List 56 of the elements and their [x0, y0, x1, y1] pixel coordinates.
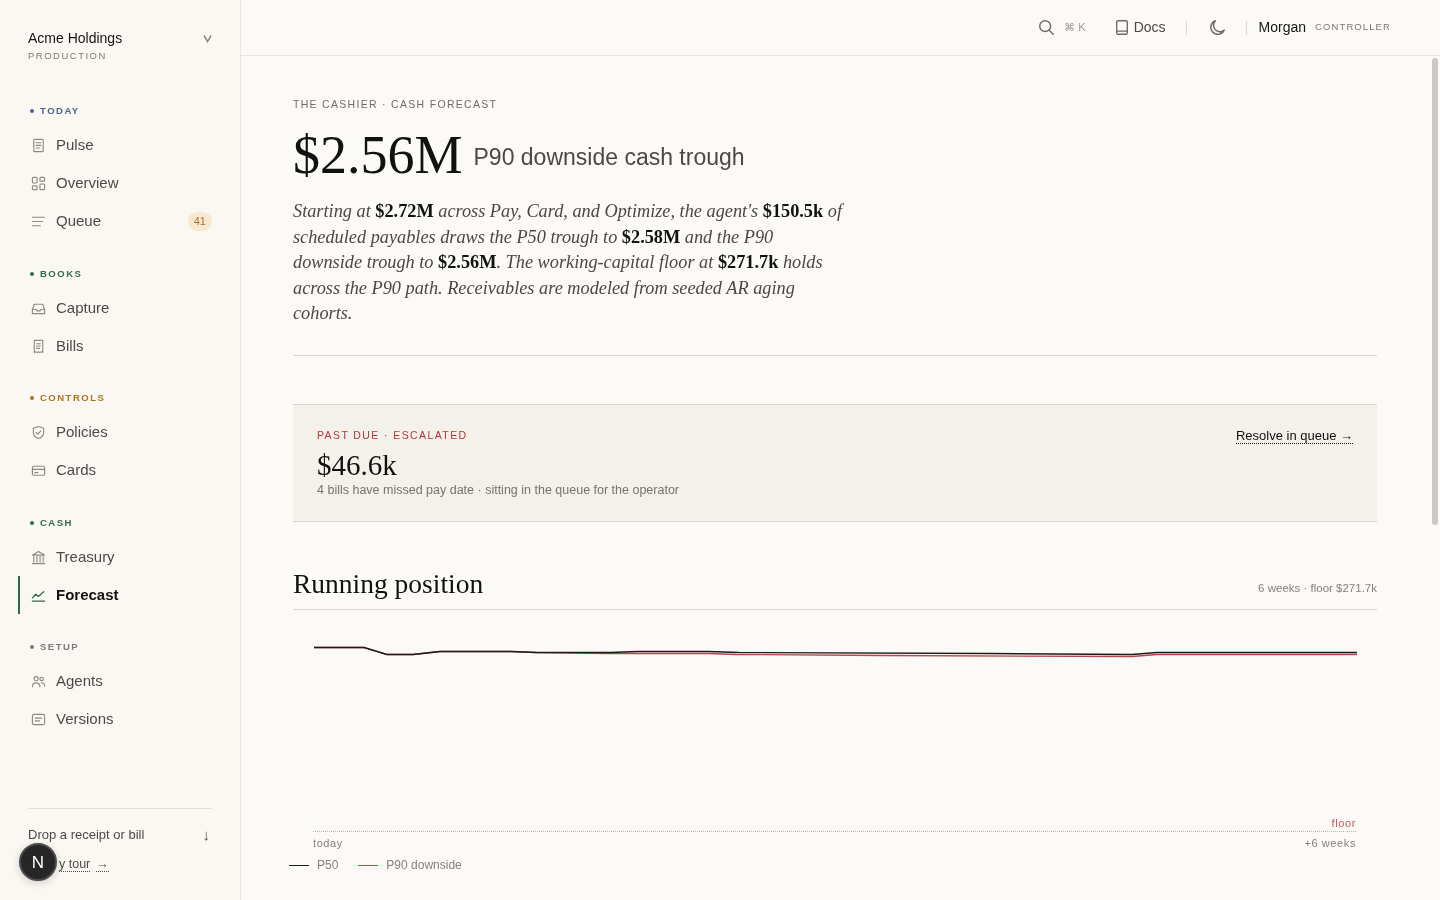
sidebar-item[interactable]: Agents [18, 662, 212, 701]
sidebar-item[interactable]: Cards [18, 451, 212, 490]
summary-paragraph: Starting at $2.72M across Pay, Card, and Optimize, the agent's $150.5k of scheduled payables draws the P50 trough to $2.58M and the P90 downside trough to $2.56M. The working-capital floor at $271.7k holds across the P90 path. Receivables are modeled from seeded AR aging cohorts. [293, 200, 845, 325]
shield-check-icon [31, 425, 46, 440]
tour-link[interactable]: y tour [59, 857, 91, 872]
drop-zone-label[interactable]: Drop a receipt or bill [28, 825, 145, 843]
axis-start-label: today [313, 836, 343, 849]
axis-end-label: +6 weeks [1304, 836, 1356, 849]
user-role: CONTROLLER [1315, 20, 1391, 35]
chevron-down-icon[interactable] [203, 34, 212, 43]
credit-card-icon [31, 463, 46, 478]
user-name: Morgan [1258, 18, 1307, 37]
sidebar-item[interactable]: Overview [18, 164, 212, 203]
sidebar-item[interactable]: Versions [18, 700, 212, 739]
sidebar-item[interactable]: Forecast [18, 576, 212, 614]
receipt-icon [31, 338, 46, 354]
section-label: CONTROLS [40, 392, 106, 404]
environment-label: PRODUCTION [28, 50, 107, 62]
section-label: SETUP [40, 641, 80, 653]
sidebar-item[interactable]: Capture [18, 289, 212, 327]
alert-description: 4 bills have missed pay date · sitting in the queue for the operator [317, 482, 680, 498]
section-label: TODAY [40, 105, 80, 117]
resolve-link[interactable]: Resolve in queue → [1235, 427, 1353, 444]
note-icon [31, 712, 46, 727]
docs-link[interactable]: Docs [1115, 17, 1166, 38]
section-meta: 6 weeks · floor $271.7k [1258, 581, 1377, 596]
headline-caption: P90 downside cash trough [473, 143, 745, 173]
past-due-amount: $46.6k [317, 450, 397, 480]
lines-icon [31, 214, 46, 229]
breadcrumb-label: THE CASHIER · CASH FORECAST [293, 97, 498, 111]
grid-icon [31, 176, 46, 191]
section-label: CASH [40, 516, 73, 529]
moon-icon [1209, 20, 1225, 35]
sidebar-item[interactable]: Treasury [18, 538, 212, 576]
search-icon [1039, 20, 1055, 35]
workspace-name[interactable]: Acme Holdings [28, 30, 123, 47]
book-icon [1115, 20, 1128, 35]
sidebar-item[interactable]: Queue 41 [18, 202, 212, 241]
sidebar-item[interactable]: Bills [18, 327, 212, 365]
bank-icon [31, 549, 46, 565]
sidebar-item[interactable]: Policies [18, 413, 212, 452]
alert-status-label: PAST DUE · ESCALATED [317, 428, 468, 442]
down-arrow: ↓ [202, 825, 210, 843]
legend-label: P90 downside [386, 858, 462, 873]
headline-amount: $2.56M [293, 127, 463, 182]
tour-arrow-link[interactable]: → [96, 857, 109, 872]
section-title: Running position [293, 570, 484, 598]
sidebar-item[interactable]: Pulse [18, 126, 212, 165]
section-label: BOOKS [40, 267, 83, 280]
scrollbar-thumb[interactable] [1432, 58, 1438, 525]
people-icon [31, 674, 46, 689]
floor-label: floor [1331, 817, 1356, 829]
document-icon [31, 138, 46, 153]
theme-toggle-button[interactable] [1209, 20, 1225, 35]
legend-label: P50 [317, 858, 339, 873]
count-badge: 41 [187, 212, 212, 231]
